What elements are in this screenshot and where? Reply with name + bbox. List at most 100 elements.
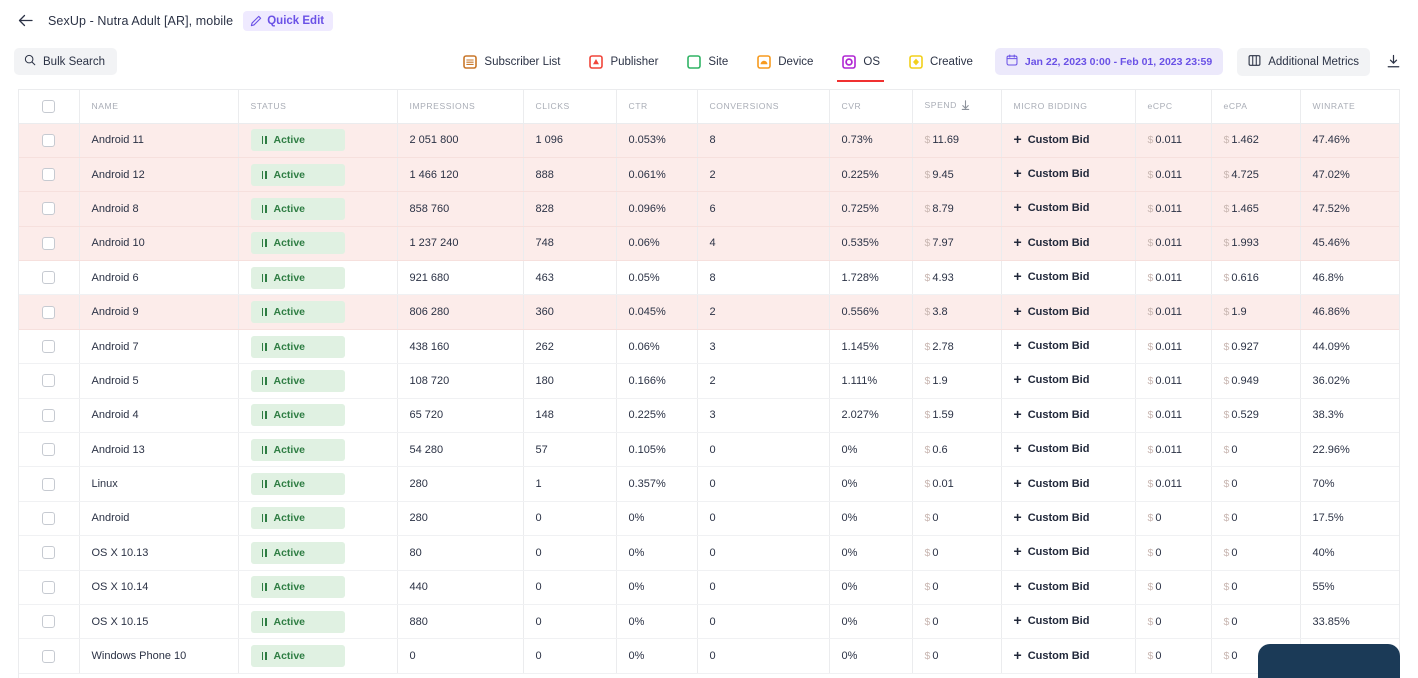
table-row[interactable]: Android 5 Active 108 720 180 0.166% 2 1.111% $1… [19,363,1399,399]
ecpc-cell: $0.011 [1135,123,1212,158]
row-checkbox[interactable] [42,236,56,250]
pause-icon [261,411,267,420]
custom-bid-button[interactable]: + Custom Bid [1014,407,1090,422]
row-checkbox[interactable] [42,133,56,147]
row-checkbox[interactable] [42,305,56,319]
row-checkbox[interactable] [42,477,56,491]
column-header-cvr[interactable]: CVR [829,90,913,124]
column-header-impressions[interactable]: IMPRESSIONS [397,90,524,124]
column-header-ecpc[interactable]: eCPC [1135,90,1212,124]
custom-bid-button[interactable]: + Custom Bid [1014,648,1090,663]
row-checkbox[interactable] [42,511,56,525]
tab-site[interactable]: Site [672,41,742,82]
status-badge[interactable]: Active [250,404,345,427]
status-badge[interactable]: Active [250,266,345,289]
custom-bid-button[interactable]: + Custom Bid [1014,200,1090,215]
back-arrow-icon[interactable] [14,10,36,32]
row-checkbox[interactable] [42,202,56,216]
amount: 0.011 [1155,409,1183,422]
row-checkbox[interactable] [42,271,56,285]
table-row[interactable]: Windows Phone 10 Active 0 0 0% 0 0% $0 + Custom B… [19,638,1399,674]
custom-bid-button[interactable]: + Custom Bid [1014,235,1090,250]
column-header-ecpa[interactable]: eCPA [1211,90,1301,124]
row-checkbox[interactable] [42,580,56,594]
custom-bid-button[interactable]: + Custom Bid [1014,441,1090,456]
column-header-conversions[interactable]: CONVERSIONS [697,90,830,124]
column-header-winrate[interactable]: WINRATE [1300,90,1399,124]
table-row[interactable]: Android 12 Active 1 466 120 888 0.061% 2 0.225… [19,157,1399,193]
status-badge[interactable]: Active [250,197,345,220]
tab-publisher[interactable]: Publisher [574,41,672,82]
row-checkbox[interactable] [42,340,56,354]
download-icon[interactable] [1384,53,1402,71]
custom-bid-button[interactable]: + Custom Bid [1014,544,1090,559]
status-badge[interactable]: Active [250,438,345,461]
tab-creative[interactable]: Creative [894,41,987,82]
status-badge[interactable]: Active [250,129,345,152]
table-row[interactable]: Android 7 Active 438 160 262 0.06% 3 1.145% $2.… [19,329,1399,365]
status-badge[interactable]: Active [250,541,345,564]
row-checkbox[interactable] [42,615,56,629]
table-row[interactable]: Android 11 Active 2 051 800 1 096 0.053% 8 0.7… [19,123,1399,158]
custom-bid-button[interactable]: + Custom Bid [1014,579,1090,594]
status-badge[interactable]: Active [250,645,345,668]
custom-bid-button[interactable]: + Custom Bid [1014,372,1090,387]
tab-device[interactable]: Device [742,41,827,82]
chat-widget[interactable] [1258,644,1400,678]
tab-subscriber-list[interactable]: Subscriber List [448,41,574,82]
custom-bid-button[interactable]: + Custom Bid [1014,304,1090,319]
bulk-search-button[interactable]: Bulk Search [14,48,118,75]
status-badge[interactable]: Active [250,163,345,186]
custom-bid-button[interactable]: + Custom Bid [1014,269,1090,284]
custom-bid-button[interactable]: + Custom Bid [1014,510,1090,525]
row-checkbox[interactable] [42,546,56,560]
status-badge-label: Active [273,409,306,422]
table-row[interactable]: OS X 10.13 Active 80 0 0% 0 0% $0 + Custom Bid $0 $… [19,535,1399,571]
status-badge[interactable]: Active [250,507,345,530]
column-header-micro_bidding[interactable]: MICRO BIDDING [1001,90,1136,124]
row-checkbox[interactable] [42,408,56,422]
row-checkbox[interactable] [42,168,56,182]
custom-bid-button[interactable]: + Custom Bid [1014,166,1090,181]
status-badge[interactable]: Active [250,576,345,599]
custom-bid-button[interactable]: + Custom Bid [1014,613,1090,628]
custom-bid-button[interactable]: + Custom Bid [1014,476,1090,491]
spend-cell: $8.79 [912,191,1002,227]
table-row[interactable]: Android 9 Active 806 280 360 0.045% 2 0.556% $3… [19,294,1399,330]
table-row[interactable]: Android 6 Active 921 680 463 0.05% 8 1.728% $4.… [19,260,1399,296]
custom-bid-button[interactable]: + Custom Bid [1014,132,1090,147]
row-checkbox[interactable] [42,374,56,388]
sort-arrow-down-icon[interactable] [961,100,970,112]
table-row[interactable]: OS X 10.14 Active 440 0 0% 0 0% $0 + Custom Bid $0… [19,570,1399,605]
quick-edit-button[interactable]: Quick Edit [243,10,334,31]
select-all-checkbox[interactable] [42,99,56,113]
row-checkbox[interactable] [42,443,56,457]
table-row[interactable]: Android 8 Active 858 760 828 0.096% 6 0.725% $8… [19,191,1399,227]
status-badge[interactable]: Active [250,232,345,255]
tab-os[interactable]: OS [827,41,894,82]
table-row[interactable]: Android Active 280 0 0% 0 0% $0 + Custom Bid $0 $0 1… [19,501,1399,537]
table-row[interactable]: Android 13 Active 54 280 57 0.105% 0 0% $0.6 + Cu… [19,432,1399,468]
table-row[interactable]: OS X 10.15 Active 880 0 0% 0 0% $0 + Custom Bid $0… [19,604,1399,640]
custom-bid-button[interactable]: + Custom Bid [1014,338,1090,353]
table-body: Android 11 Active 2 051 800 1 096 0.053% 8 0.7… [19,123,1399,674]
additional-metrics-button[interactable]: Additional Metrics [1237,47,1370,76]
select-all-header[interactable] [19,90,80,124]
status-badge[interactable]: Active [250,301,345,324]
column-header-name[interactable]: NAME [79,90,239,124]
column-header-spend[interactable]: SPEND [912,90,1002,124]
status-badge[interactable]: Active [250,335,345,358]
row-checkbox[interactable] [42,649,56,663]
status-badge[interactable]: Active [250,473,345,496]
column-header-ctr[interactable]: CTR [616,90,698,124]
currency-symbol: $ [924,271,931,284]
table-row[interactable]: Android 4 Active 65 720 148 0.225% 3 2.027% $1.… [19,398,1399,434]
table-row[interactable]: Linux Active 280 1 0.357% 0 0% $0.01 + Custom Bid… [19,466,1399,502]
status-badge[interactable]: Active [250,610,345,633]
status-badge[interactable]: Active [250,369,345,392]
table-row[interactable]: Android 10 Active 1 237 240 748 0.06% 4 0.535%… [19,226,1399,262]
date-range-picker[interactable]: Jan 22, 2023 0:00 - Feb 01, 2023 23:59 [994,48,1224,75]
column-header-status[interactable]: STATUS [238,90,398,124]
currency-symbol: $ [1147,615,1154,628]
column-header-clicks[interactable]: CLICKS [523,90,617,124]
